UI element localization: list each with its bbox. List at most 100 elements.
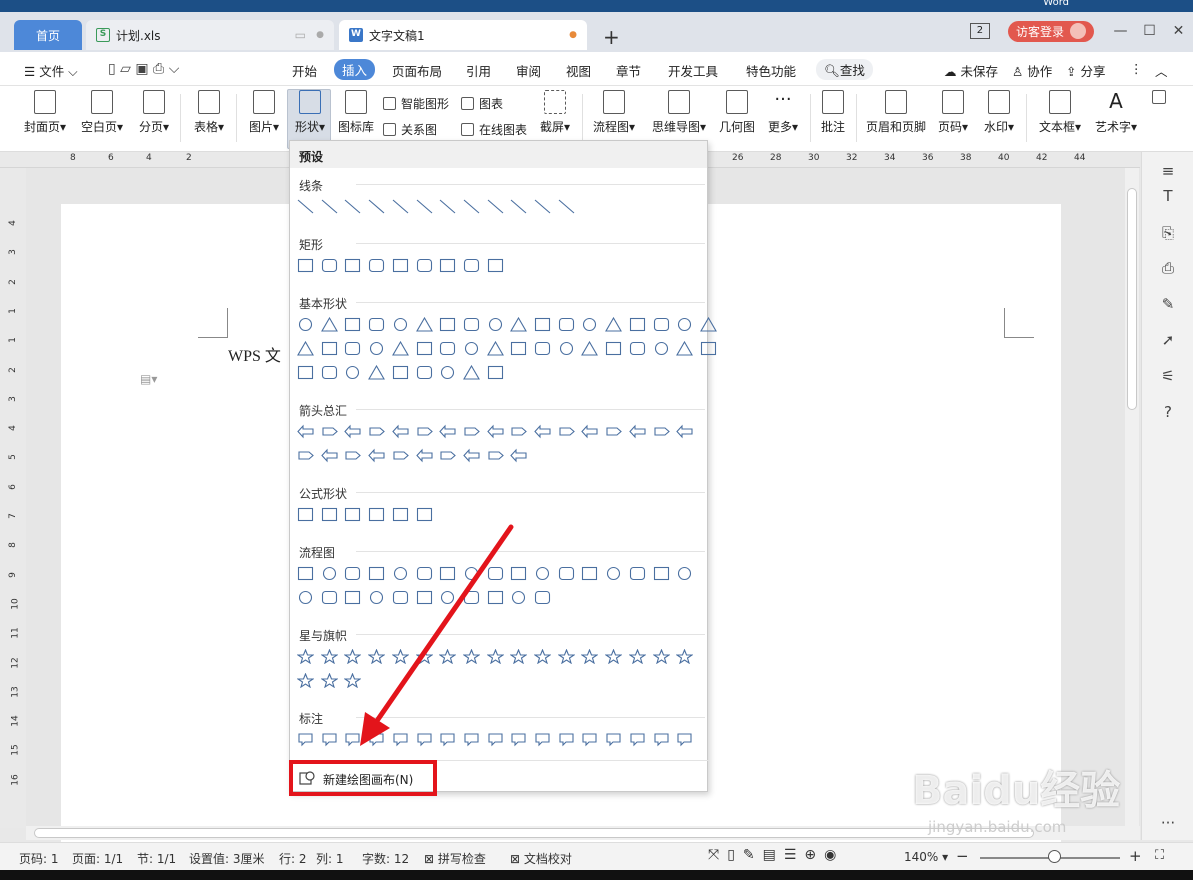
shape-item[interactable] [368, 424, 385, 439]
login-button[interactable]: 访客登录 [1007, 20, 1094, 42]
shape-item[interactable] [534, 566, 551, 581]
shape-item[interactable] [415, 317, 433, 332]
shape-item[interactable] [439, 590, 456, 605]
shape-item[interactable] [297, 507, 314, 522]
menu-insert[interactable]: 插入 [334, 59, 376, 80]
shape-item[interactable] [653, 317, 670, 332]
doc-settings-icon[interactable]: ⎙ [1159, 259, 1177, 277]
shape-item[interactable] [321, 424, 338, 439]
shape-item[interactable] [510, 341, 527, 356]
shape-item[interactable] [416, 341, 433, 356]
shape-item[interactable] [439, 317, 456, 332]
shape-item[interactable] [462, 365, 480, 380]
cursor-icon[interactable]: ➚ [1159, 331, 1177, 349]
shape-item[interactable] [439, 566, 456, 581]
shape-item[interactable] [487, 590, 504, 605]
shape-item[interactable] [462, 649, 480, 664]
doc-count-badge[interactable]: 2 [969, 23, 990, 39]
shape-item[interactable] [558, 424, 575, 439]
shape-item[interactable] [510, 732, 527, 747]
shape-item[interactable] [392, 566, 409, 581]
shape-item[interactable] [297, 424, 314, 439]
status-page[interactable]: 页码: 1 [19, 850, 59, 867]
shape-item[interactable] [416, 566, 433, 581]
search-box[interactable]: 🔍︎查找 [816, 59, 873, 80]
help-icon[interactable]: ? [1159, 403, 1177, 421]
shape-item[interactable] [676, 566, 693, 581]
shape-item[interactable] [297, 448, 314, 463]
shape-item[interactable] [297, 590, 314, 605]
status-pages[interactable]: 页面: 1/1 [72, 850, 123, 867]
vertical-scrollbar[interactable] [1125, 168, 1139, 828]
shape-item[interactable] [676, 317, 693, 332]
shape-item[interactable] [463, 732, 480, 747]
shape-item[interactable] [368, 590, 385, 605]
status-words[interactable]: 字数: 12 [362, 850, 409, 867]
blank-page-button[interactable]: 空白页▾ [78, 90, 126, 135]
shape-item[interactable] [463, 341, 480, 356]
shape-item[interactable] [439, 732, 456, 747]
shape-item[interactable] [558, 317, 575, 332]
shape-item[interactable] [344, 507, 361, 522]
shape-item[interactable] [416, 199, 433, 214]
shape-item[interactable] [558, 341, 575, 356]
shape-item[interactable] [368, 365, 386, 380]
shape-item[interactable] [581, 341, 599, 356]
shape-item[interactable] [699, 317, 717, 332]
chart-button[interactable]: 图表 [461, 95, 503, 112]
shape-item[interactable] [628, 649, 646, 664]
shape-item[interactable] [368, 732, 385, 747]
shape-item[interactable] [391, 649, 409, 664]
spellcheck-button[interactable]: ⊠ 拼写检查 [424, 850, 486, 867]
shape-item[interactable] [392, 590, 409, 605]
shape-item[interactable] [486, 424, 504, 439]
shape-item[interactable] [463, 258, 480, 273]
vertical-ruler[interactable]: 4 3 2 1 1 2 3 4 5 6 7 8 9 10 11 12 13 14 15 16 [0, 168, 26, 828]
shape-item[interactable] [558, 732, 575, 747]
proofread-button[interactable]: ⊠ 文档校对 [510, 850, 572, 867]
shape-item[interactable] [463, 566, 480, 581]
smartart-button[interactable]: 智能图形 [383, 95, 449, 112]
zoom-out-button[interactable]: − [956, 847, 969, 865]
shape-item[interactable] [320, 673, 338, 688]
cover-button[interactable]: 封面页▾ [22, 90, 68, 135]
file-menu[interactable]: ☰ 文件 ⌵ [24, 61, 78, 80]
shape-item[interactable] [463, 317, 480, 332]
shape-item[interactable] [510, 199, 527, 214]
shape-item[interactable] [321, 590, 338, 605]
shape-item[interactable] [297, 649, 314, 664]
shape-item[interactable] [558, 566, 575, 581]
shape-item[interactable] [510, 448, 527, 463]
zoom-slider-knob[interactable] [1048, 850, 1061, 863]
shape-item[interactable] [676, 649, 694, 664]
shape-item[interactable] [392, 424, 409, 439]
maximize-icon[interactable]: ☐ [1135, 23, 1164, 39]
shape-item[interactable] [368, 258, 385, 273]
tab-xls[interactable]: S 计划.xls ▭ ● [86, 20, 334, 50]
shape-item[interactable] [368, 448, 385, 463]
shape-item[interactable] [487, 365, 504, 380]
shape-item[interactable] [581, 732, 598, 747]
status-col[interactable]: 列: 1 [316, 850, 344, 867]
shape-item[interactable] [297, 566, 314, 581]
menu-devtools[interactable]: 开发工具 [668, 61, 718, 80]
shape-item[interactable] [297, 673, 314, 688]
shape-item[interactable] [605, 341, 622, 356]
shape-item[interactable] [321, 258, 338, 273]
shape-item[interactable] [344, 732, 361, 747]
shape-item[interactable] [676, 424, 693, 439]
shape-item[interactable] [415, 649, 433, 664]
geometry-button[interactable]: 几何图 [716, 90, 758, 135]
minimize-icon[interactable]: — [1106, 23, 1135, 39]
relation-button[interactable]: 关系图 [383, 121, 437, 138]
status-section[interactable]: 节: 1/1 [137, 850, 176, 867]
flowchart-button[interactable]: 流程图▾ [590, 90, 638, 135]
shape-item[interactable] [416, 365, 433, 380]
menu-layout[interactable]: 页面布局 [392, 61, 442, 80]
shape-item[interactable] [344, 566, 361, 581]
shape-item[interactable] [344, 673, 362, 688]
online-chart-button[interactable]: 在线图表 [461, 121, 527, 138]
shape-item[interactable] [652, 649, 670, 664]
wordart-button[interactable]: A 艺术字▾ [1092, 90, 1140, 135]
shape-item[interactable] [700, 341, 717, 356]
